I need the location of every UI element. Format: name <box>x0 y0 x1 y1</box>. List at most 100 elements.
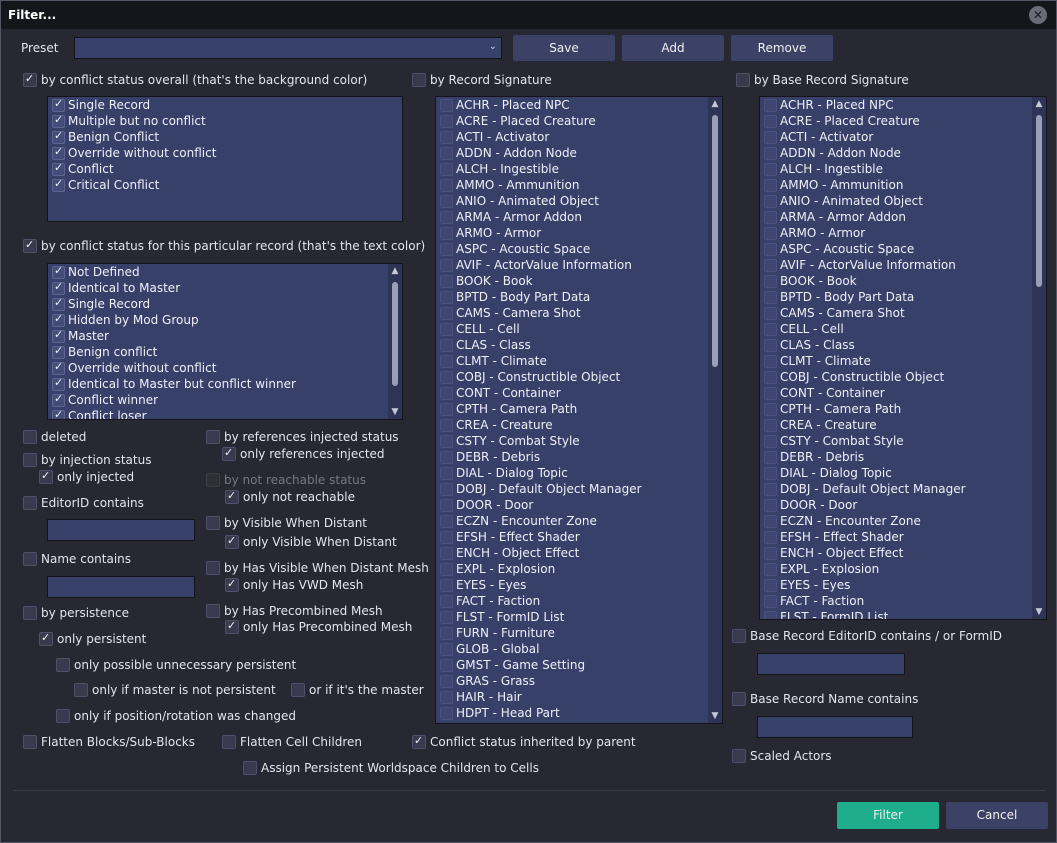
list-item-checkbox[interactable] <box>440 643 453 656</box>
list-item-checkbox[interactable] <box>440 563 453 576</box>
base-name-input[interactable] <box>757 716 913 738</box>
persistence-checkbox[interactable] <box>23 606 37 620</box>
list-item-checkbox[interactable] <box>764 451 777 464</box>
scrollbar[interactable]: ▲ ▼ <box>388 264 402 419</box>
list-item-checkbox[interactable] <box>764 275 777 288</box>
list-item-checkbox[interactable] <box>764 531 777 544</box>
or-if-master-checkbox[interactable] <box>291 683 305 697</box>
list-item[interactable]: DEBR - Debris <box>760 449 1046 465</box>
only-refs-injected-checkbox[interactable] <box>222 446 236 461</box>
list-item-checkbox[interactable] <box>440 611 453 624</box>
list-item[interactable]: CSTY - Combat Style <box>760 433 1046 449</box>
record-signature-checkbox[interactable] <box>412 73 426 87</box>
list-item[interactable]: Single Record <box>48 296 402 312</box>
list-item-checkbox[interactable] <box>52 312 65 327</box>
scroll-down-icon[interactable]: ▼ <box>388 405 402 419</box>
list-item-checkbox[interactable] <box>440 467 453 480</box>
list-item[interactable]: ALCH - Ingestible <box>436 161 722 177</box>
list-item-checkbox[interactable] <box>764 547 777 560</box>
list-item[interactable]: CPTH - Camera Path <box>436 401 722 417</box>
scroll-up-icon[interactable]: ▲ <box>708 97 722 111</box>
list-item-checkbox[interactable] <box>440 403 453 416</box>
list-item-checkbox[interactable] <box>764 195 777 208</box>
scroll-up-icon[interactable]: ▲ <box>1032 97 1046 111</box>
base-signature-checkbox[interactable] <box>736 73 750 87</box>
list-item-checkbox[interactable] <box>52 97 65 112</box>
list-item-checkbox[interactable] <box>52 360 65 375</box>
list-item-checkbox[interactable] <box>440 195 453 208</box>
list-item[interactable]: AVIF - ActorValue Information <box>760 257 1046 273</box>
list-item[interactable]: CONT - Container <box>436 385 722 401</box>
list-item-checkbox[interactable] <box>440 355 453 368</box>
list-item[interactable]: CPTH - Camera Path <box>760 401 1046 417</box>
list-item[interactable]: DOBJ - Default Object Manager <box>436 481 722 497</box>
list-item-checkbox[interactable] <box>764 563 777 576</box>
list-item[interactable]: EXPL - Explosion <box>436 561 722 577</box>
list-item-checkbox[interactable] <box>440 435 453 448</box>
list-item[interactable]: EYES - Eyes <box>436 577 722 593</box>
list-item[interactable]: CAMS - Camera Shot <box>760 305 1046 321</box>
list-item[interactable]: Override without conflict <box>48 145 402 161</box>
list-item[interactable]: Conflict loser <box>48 408 402 419</box>
list-item[interactable]: FLST - FormID List <box>760 609 1046 619</box>
visible-distant-checkbox[interactable] <box>206 516 220 530</box>
list-item[interactable]: DOOR - Door <box>436 497 722 513</box>
editorid-checkbox[interactable] <box>23 496 37 510</box>
list-item[interactable]: FURN - Furniture <box>436 625 722 641</box>
list-item-checkbox[interactable] <box>764 611 777 619</box>
list-item[interactable]: Identical to Master <box>48 280 402 296</box>
base-editorid-input[interactable] <box>757 653 905 675</box>
list-item-checkbox[interactable] <box>440 451 453 464</box>
scrollbar[interactable]: ▲ ▼ <box>1032 97 1046 619</box>
list-item-checkbox[interactable] <box>52 129 65 144</box>
list-item[interactable]: Master <box>48 328 402 344</box>
list-item-checkbox[interactable] <box>440 691 453 704</box>
conflict-inherited-checkbox[interactable] <box>412 734 426 749</box>
list-item[interactable]: ANIO - Animated Object <box>760 193 1046 209</box>
list-item-checkbox[interactable] <box>52 145 65 160</box>
refs-injected-checkbox[interactable] <box>206 430 220 444</box>
list-item[interactable]: ARMA - Armor Addon <box>760 209 1046 225</box>
list-item[interactable]: CLAS - Class <box>760 337 1046 353</box>
list-item-checkbox[interactable] <box>764 163 777 176</box>
list-item-checkbox[interactable] <box>764 243 777 256</box>
list-item[interactable]: CLMT - Climate <box>436 353 722 369</box>
precombined-checkbox[interactable] <box>206 604 220 618</box>
flatten-blocks-checkbox[interactable] <box>23 735 37 749</box>
list-item-checkbox[interactable] <box>440 547 453 560</box>
list-item-checkbox[interactable] <box>52 344 65 359</box>
list-item-checkbox[interactable] <box>440 99 453 112</box>
list-item-checkbox[interactable] <box>440 323 453 336</box>
list-item-checkbox[interactable] <box>764 131 777 144</box>
not-reachable-checkbox[interactable] <box>206 473 220 487</box>
list-item-checkbox[interactable] <box>440 707 453 720</box>
list-item-checkbox[interactable] <box>440 339 453 352</box>
list-item[interactable]: Identical to Master but conflict winner <box>48 376 402 392</box>
list-item-checkbox[interactable] <box>440 163 453 176</box>
list-item[interactable]: Not Defined <box>48 264 402 280</box>
list-item-checkbox[interactable] <box>764 211 777 224</box>
only-precombined-checkbox[interactable] <box>225 619 239 634</box>
list-item[interactable]: ASPC - Acoustic Space <box>760 241 1046 257</box>
list-item[interactable]: ADDN - Addon Node <box>760 145 1046 161</box>
list-item-checkbox[interactable] <box>764 147 777 160</box>
list-item[interactable]: FACT - Faction <box>760 593 1046 609</box>
list-item-checkbox[interactable] <box>764 515 777 528</box>
conflict-overall-checkbox[interactable] <box>23 72 37 87</box>
scroll-down-icon[interactable]: ▼ <box>1032 605 1046 619</box>
list-item[interactable]: GLOB - Global <box>436 641 722 657</box>
list-item-checkbox[interactable] <box>764 259 777 272</box>
list-item-checkbox[interactable] <box>764 387 777 400</box>
list-item[interactable]: Critical Conflict <box>48 177 402 193</box>
list-item-checkbox[interactable] <box>764 403 777 416</box>
scaled-actors-checkbox[interactable] <box>732 749 746 763</box>
list-item-checkbox[interactable] <box>764 419 777 432</box>
list-item-checkbox[interactable] <box>764 435 777 448</box>
list-item-checkbox[interactable] <box>440 483 453 496</box>
list-item[interactable]: Multiple but no conflict <box>48 113 402 129</box>
list-item[interactable]: Benign conflict <box>48 344 402 360</box>
list-item-checkbox[interactable] <box>440 675 453 688</box>
list-item-checkbox[interactable] <box>764 355 777 368</box>
list-item[interactable]: ARMO - Armor <box>760 225 1046 241</box>
list-item[interactable]: ACTI - Activator <box>436 129 722 145</box>
